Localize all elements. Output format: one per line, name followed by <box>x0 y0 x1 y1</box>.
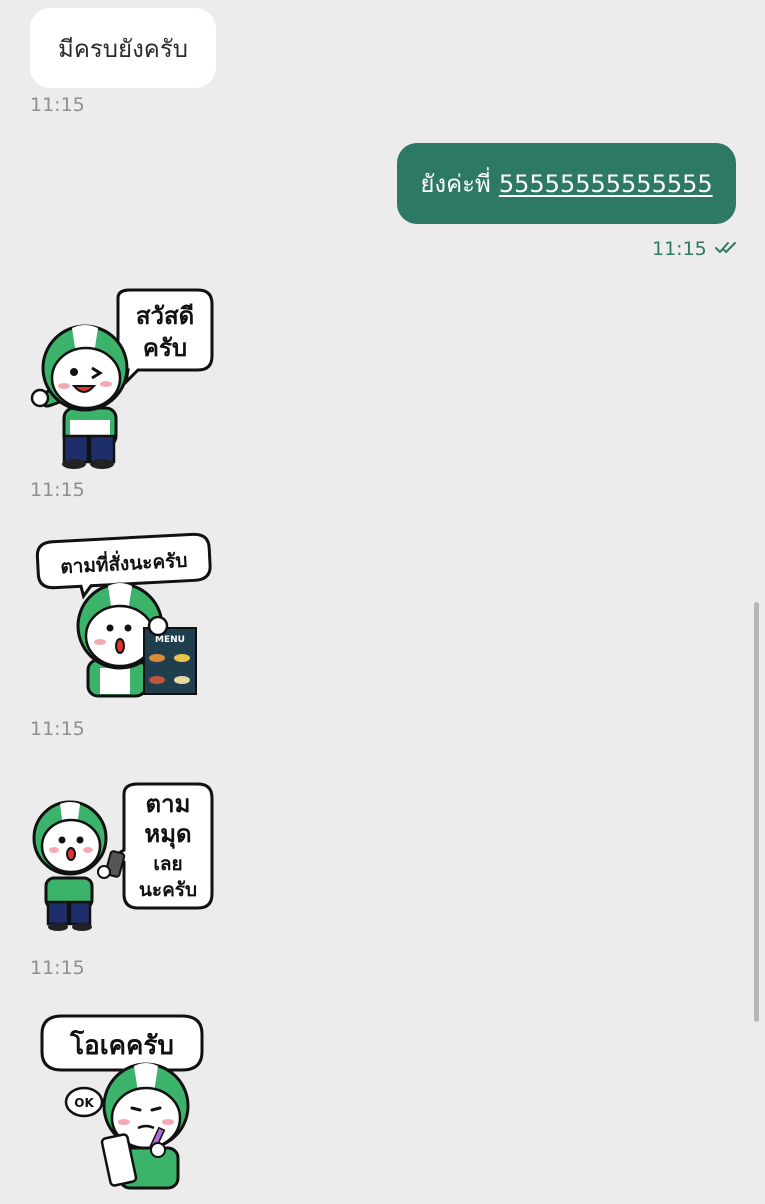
menu-label: MENU <box>155 635 185 645</box>
message-timestamp: 11:15 <box>30 479 85 501</box>
sticker-text: โอเคครับ <box>69 1029 174 1061</box>
sticker-text-line-1: ตาม <box>146 790 191 818</box>
message-text: มีครบยังครับ <box>58 34 188 63</box>
phone-number-link[interactable]: 55555555555555 <box>499 170 713 198</box>
message-timestamp: 11:15 <box>30 957 85 979</box>
message-timestamp: 11:15 <box>30 718 85 740</box>
sticker-text-line-4: นะครับ <box>139 879 197 901</box>
sticker-as-ordered[interactable]: ตามที่สั่งนะครับ MENU <box>30 530 220 704</box>
double-check-icon <box>714 238 739 260</box>
outgoing-message-bubble[interactable]: ยังค่ะพี่ 55555555555555 <box>397 143 736 224</box>
incoming-message-bubble[interactable]: มีครบยังครับ <box>30 8 216 88</box>
sticker-text-line-2: ครับ <box>143 334 187 362</box>
sticker-text-line-1: สวัสดี <box>136 302 194 330</box>
sticker-greeting[interactable]: สวัสดี ครับ <box>30 288 220 479</box>
message-timestamp: 11:15 <box>30 94 85 116</box>
sticker-text-line-3: เลย <box>153 853 182 875</box>
scrollbar-thumb[interactable] <box>754 602 759 1022</box>
chat-view[interactable]: มีครบยังครับ 11:15 ยังค่ะพี่ 55555555555… <box>0 0 765 1200</box>
message-timestamp: 11:15 <box>652 238 707 260</box>
sticker-okay[interactable]: โอเคครับ OK <box>36 1010 216 1204</box>
outgoing-message-meta: 11:15 <box>652 238 739 260</box>
ok-label: OK <box>74 1096 94 1110</box>
sticker-text-line-2: หมุด <box>144 820 191 850</box>
message-text: ยังค่ะพี่ <box>420 170 491 198</box>
sticker-follow-pin[interactable]: ตาม หมุด เลย นะครับ <box>30 782 220 941</box>
